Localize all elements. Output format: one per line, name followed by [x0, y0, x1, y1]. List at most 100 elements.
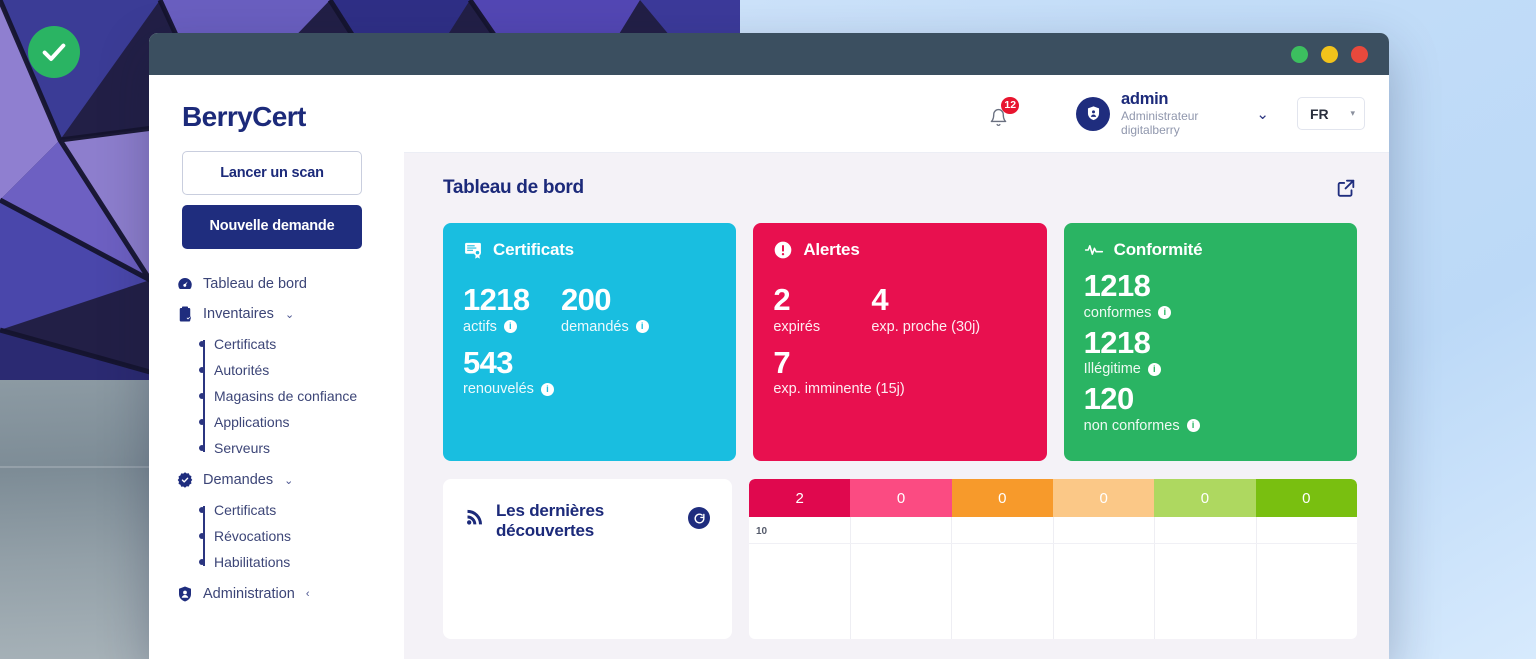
card-title: Conformité: [1113, 240, 1203, 259]
sidebar-subitem-magasins-de-confiance[interactable]: Magasins de confiance: [149, 383, 404, 409]
refresh-button[interactable]: [688, 507, 710, 529]
stat-label: actifs: [463, 318, 497, 335]
main-area: 12 admin Administrateur digitalberry ⌄ F…: [404, 75, 1389, 659]
user-info: admin Administrateur digitalberry: [1121, 90, 1198, 138]
stat-label: renouvelés: [463, 381, 534, 398]
stat-demandes: 200 demandés i: [561, 282, 649, 335]
info-icon[interactable]: i: [503, 320, 517, 334]
user-menu[interactable]: admin Administrateur digitalberry: [1076, 90, 1198, 138]
grid-col: [1054, 517, 1155, 639]
stat-label-wrap: actifs i: [463, 319, 539, 335]
sidebar-subitem-label: Autorités: [214, 362, 270, 378]
user-role: Administrateur: [1121, 109, 1199, 124]
sidebar-item-label: Administration: [203, 586, 295, 602]
topbar: 12 admin Administrateur digitalberry ⌄ F…: [404, 75, 1389, 153]
info-icon[interactable]: i: [1186, 419, 1200, 433]
stat-exp-proche: 4 exp. proche (30j): [871, 282, 980, 335]
stat-value: 200: [561, 282, 612, 317]
stat-renouveles: 543 renouvelés i: [463, 345, 716, 397]
chart-header-cells: 2 0 0 0 0 0: [749, 479, 1357, 517]
sidebar-subitem-autorites[interactable]: Autorités: [149, 357, 404, 383]
card-alertes[interactable]: Alertes 2 expirés 4 exp. proche (30j) 7 …: [753, 223, 1047, 461]
chart-cell-0[interactable]: 2: [749, 479, 851, 517]
bullet-icon: [199, 367, 205, 373]
stat-label-wrap: demandés i: [561, 319, 649, 335]
grid-col: [851, 517, 952, 639]
bullet-icon: [199, 507, 205, 513]
user-org: digitalberry: [1121, 123, 1180, 138]
chevron-down-icon: ▾: [1350, 108, 1355, 118]
chart-cell-3[interactable]: 0: [1052, 479, 1155, 517]
stat-label: exp. proche (30j): [871, 318, 981, 335]
demandes-submenu: Certificats Révocations Habilitations: [149, 497, 404, 575]
card-title: Certificats: [493, 240, 574, 259]
app-window: BerryCert Lancer un scan Nouvelle demand…: [149, 33, 1389, 659]
stat-conformes: 1218 conformes i: [1084, 268, 1337, 321]
sidebar-subitem-revocations[interactable]: Révocations: [149, 523, 404, 549]
stat-value: 4: [871, 282, 888, 317]
brand-logo: BerryCert: [182, 101, 306, 132]
sidebar-item-administration[interactable]: Administration ‹: [149, 579, 404, 609]
sidebar-subitem-label: Magasins de confiance: [214, 388, 358, 404]
grid-col: [1155, 517, 1257, 639]
chevron-down-icon[interactable]: ⌄: [285, 308, 294, 321]
stat-label-wrap: renouvelés i: [463, 381, 716, 397]
chart-axis-line: [749, 543, 1357, 544]
bottom-row: Les dernières découvertes 2 0 0 0 0 0 10: [443, 479, 1357, 639]
sidebar-subitem-label: Révocations: [214, 528, 292, 544]
info-icon[interactable]: i: [540, 382, 554, 396]
chart-cell-4[interactable]: 0: [1154, 479, 1256, 517]
stat-value: 120: [1083, 381, 1135, 417]
launch-scan-button[interactable]: Lancer un scan: [182, 151, 362, 195]
user-menu-chevron-down-icon[interactable]: ⌄: [1256, 105, 1269, 123]
chevron-down-icon[interactable]: ⌄: [284, 474, 293, 487]
info-icon[interactable]: i: [635, 320, 649, 334]
sidebar-subitem-applications[interactable]: Applications: [149, 409, 404, 435]
shield-user-icon: [176, 585, 194, 603]
window-minimize-dot[interactable]: [1291, 45, 1308, 63]
shield-user-icon: [1087, 106, 1099, 121]
card-dernieres-decouvertes[interactable]: Les dernières découvertes: [443, 479, 732, 639]
info-icon[interactable]: i: [1158, 306, 1172, 320]
user-name: admin: [1121, 89, 1169, 108]
info-icon[interactable]: i: [1147, 362, 1161, 376]
card-conformite[interactable]: Conformité 1218 conformes i 1218 Illégit…: [1063, 223, 1357, 461]
card-header: Conformité: [1084, 240, 1337, 260]
stat-exp-imminente: 7 exp. imminente (15j): [773, 345, 1026, 398]
app-body: BerryCert Lancer un scan Nouvelle demand…: [149, 75, 1389, 659]
sidebar-item-tableau-de-bord[interactable]: Tableau de bord: [149, 269, 404, 299]
sidebar-item-label: Demandes: [203, 472, 274, 488]
sidebar-subitem-serveurs[interactable]: Serveurs: [149, 435, 404, 461]
card-header: Certificats: [463, 240, 716, 260]
sidebar-item-demandes[interactable]: Demandes ⌄: [149, 465, 404, 495]
discoveries-title: Les dernières découvertes: [496, 501, 604, 541]
window-maximize-dot[interactable]: [1321, 45, 1338, 63]
discoveries-heading: Les dernières découvertes: [465, 501, 646, 542]
sidebar-subitem-label: Serveurs: [214, 440, 271, 456]
dashboard-content: Tableau de bord Certificats 1218 actifs …: [404, 153, 1389, 659]
sidebar-subitem-habilitations[interactable]: Habilitations: [149, 549, 404, 575]
stat-label-wrap: Illégitime i: [1084, 361, 1337, 377]
sidebar-subitem-certificats[interactable]: Certificats: [149, 331, 404, 357]
stat-label-wrap: non conformes i: [1084, 418, 1337, 434]
page-header: Tableau de bord: [443, 177, 1357, 199]
external-link-icon[interactable]: [1335, 177, 1357, 199]
stat-label: conformes: [1083, 304, 1152, 321]
chart-cell-1[interactable]: 0: [850, 479, 952, 517]
stat-label-wrap: conformes i: [1084, 305, 1337, 321]
notifications-button[interactable]: 12: [988, 96, 1020, 129]
language-label: FR: [1310, 105, 1329, 122]
chart-cell-5[interactable]: 0: [1255, 479, 1357, 517]
new-request-button[interactable]: Nouvelle demande: [182, 205, 362, 249]
window-close-dot[interactable]: [1351, 45, 1368, 63]
chevron-left-icon[interactable]: ‹: [306, 588, 310, 600]
chart-gridlines: [749, 517, 1357, 639]
alert-circle-icon: [773, 240, 793, 260]
chart-cell-2[interactable]: 0: [951, 479, 1053, 517]
sidebar-item-inventaires[interactable]: Inventaires ⌄: [149, 299, 404, 329]
card-certificats[interactable]: Certificats 1218 actifs i 200 demandés i…: [443, 223, 737, 461]
stat-expires: 2 expirés: [773, 282, 849, 335]
bullet-icon: [199, 533, 205, 539]
language-selector[interactable]: FR ▾: [1297, 97, 1365, 130]
sidebar-subitem-demandes-certificats[interactable]: Certificats: [149, 497, 404, 523]
